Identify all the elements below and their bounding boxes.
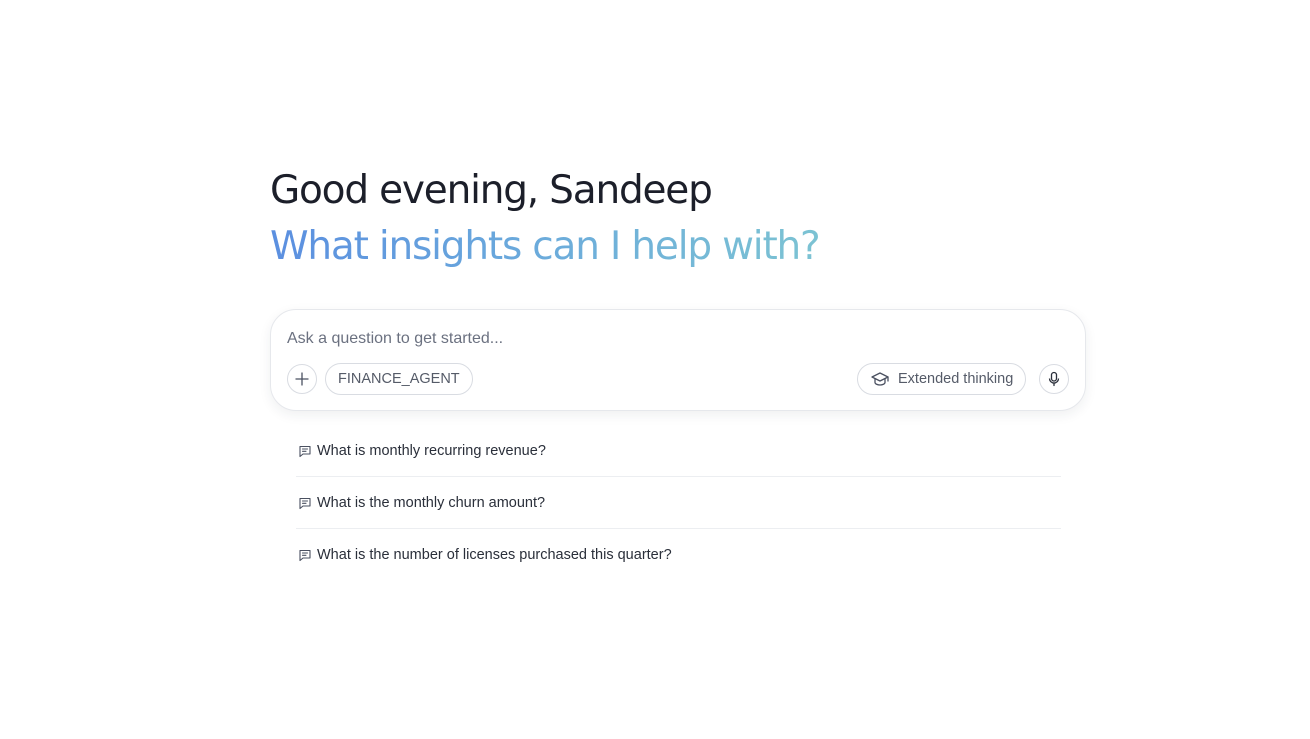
suggestion-text: What is monthly recurring revenue? [317, 442, 546, 459]
question-input[interactable] [287, 330, 1047, 348]
agent-selector-button[interactable]: FINANCE_AGENT [325, 363, 473, 395]
plus-icon [295, 372, 309, 386]
page: Good evening, Sandeep What insights can … [0, 0, 1310, 739]
message-icon [298, 548, 312, 562]
subheading: What insights can I help with? [270, 222, 821, 272]
suggestion-text: What is the number of licenses purchased… [317, 547, 672, 563]
extended-thinking-label: Extended thinking [898, 371, 1014, 387]
extended-thinking-toggle[interactable]: Extended thinking [857, 363, 1027, 395]
suggestion-item[interactable]: What is monthly recurring revenue? [296, 425, 1061, 477]
voice-input-button[interactable] [1039, 364, 1069, 394]
message-icon [298, 444, 312, 458]
microphone-icon [1048, 371, 1060, 387]
suggestion-item[interactable]: What is the number of licenses purchased… [296, 529, 1061, 581]
suggestion-item[interactable]: What is the monthly churn amount? [296, 477, 1061, 529]
message-icon [298, 496, 312, 510]
graduation-cap-icon [870, 371, 890, 387]
suggestion-list: What is monthly recurring revenue? What … [296, 425, 1061, 581]
add-attachment-button[interactable] [287, 364, 317, 394]
suggestion-text: What is the monthly churn amount? [317, 494, 546, 511]
chat-composer: FINANCE_AGENT Extended thinking [270, 309, 1086, 411]
agent-label: FINANCE_AGENT [338, 371, 460, 387]
greeting-heading: Good evening, Sandeep [270, 168, 713, 213]
